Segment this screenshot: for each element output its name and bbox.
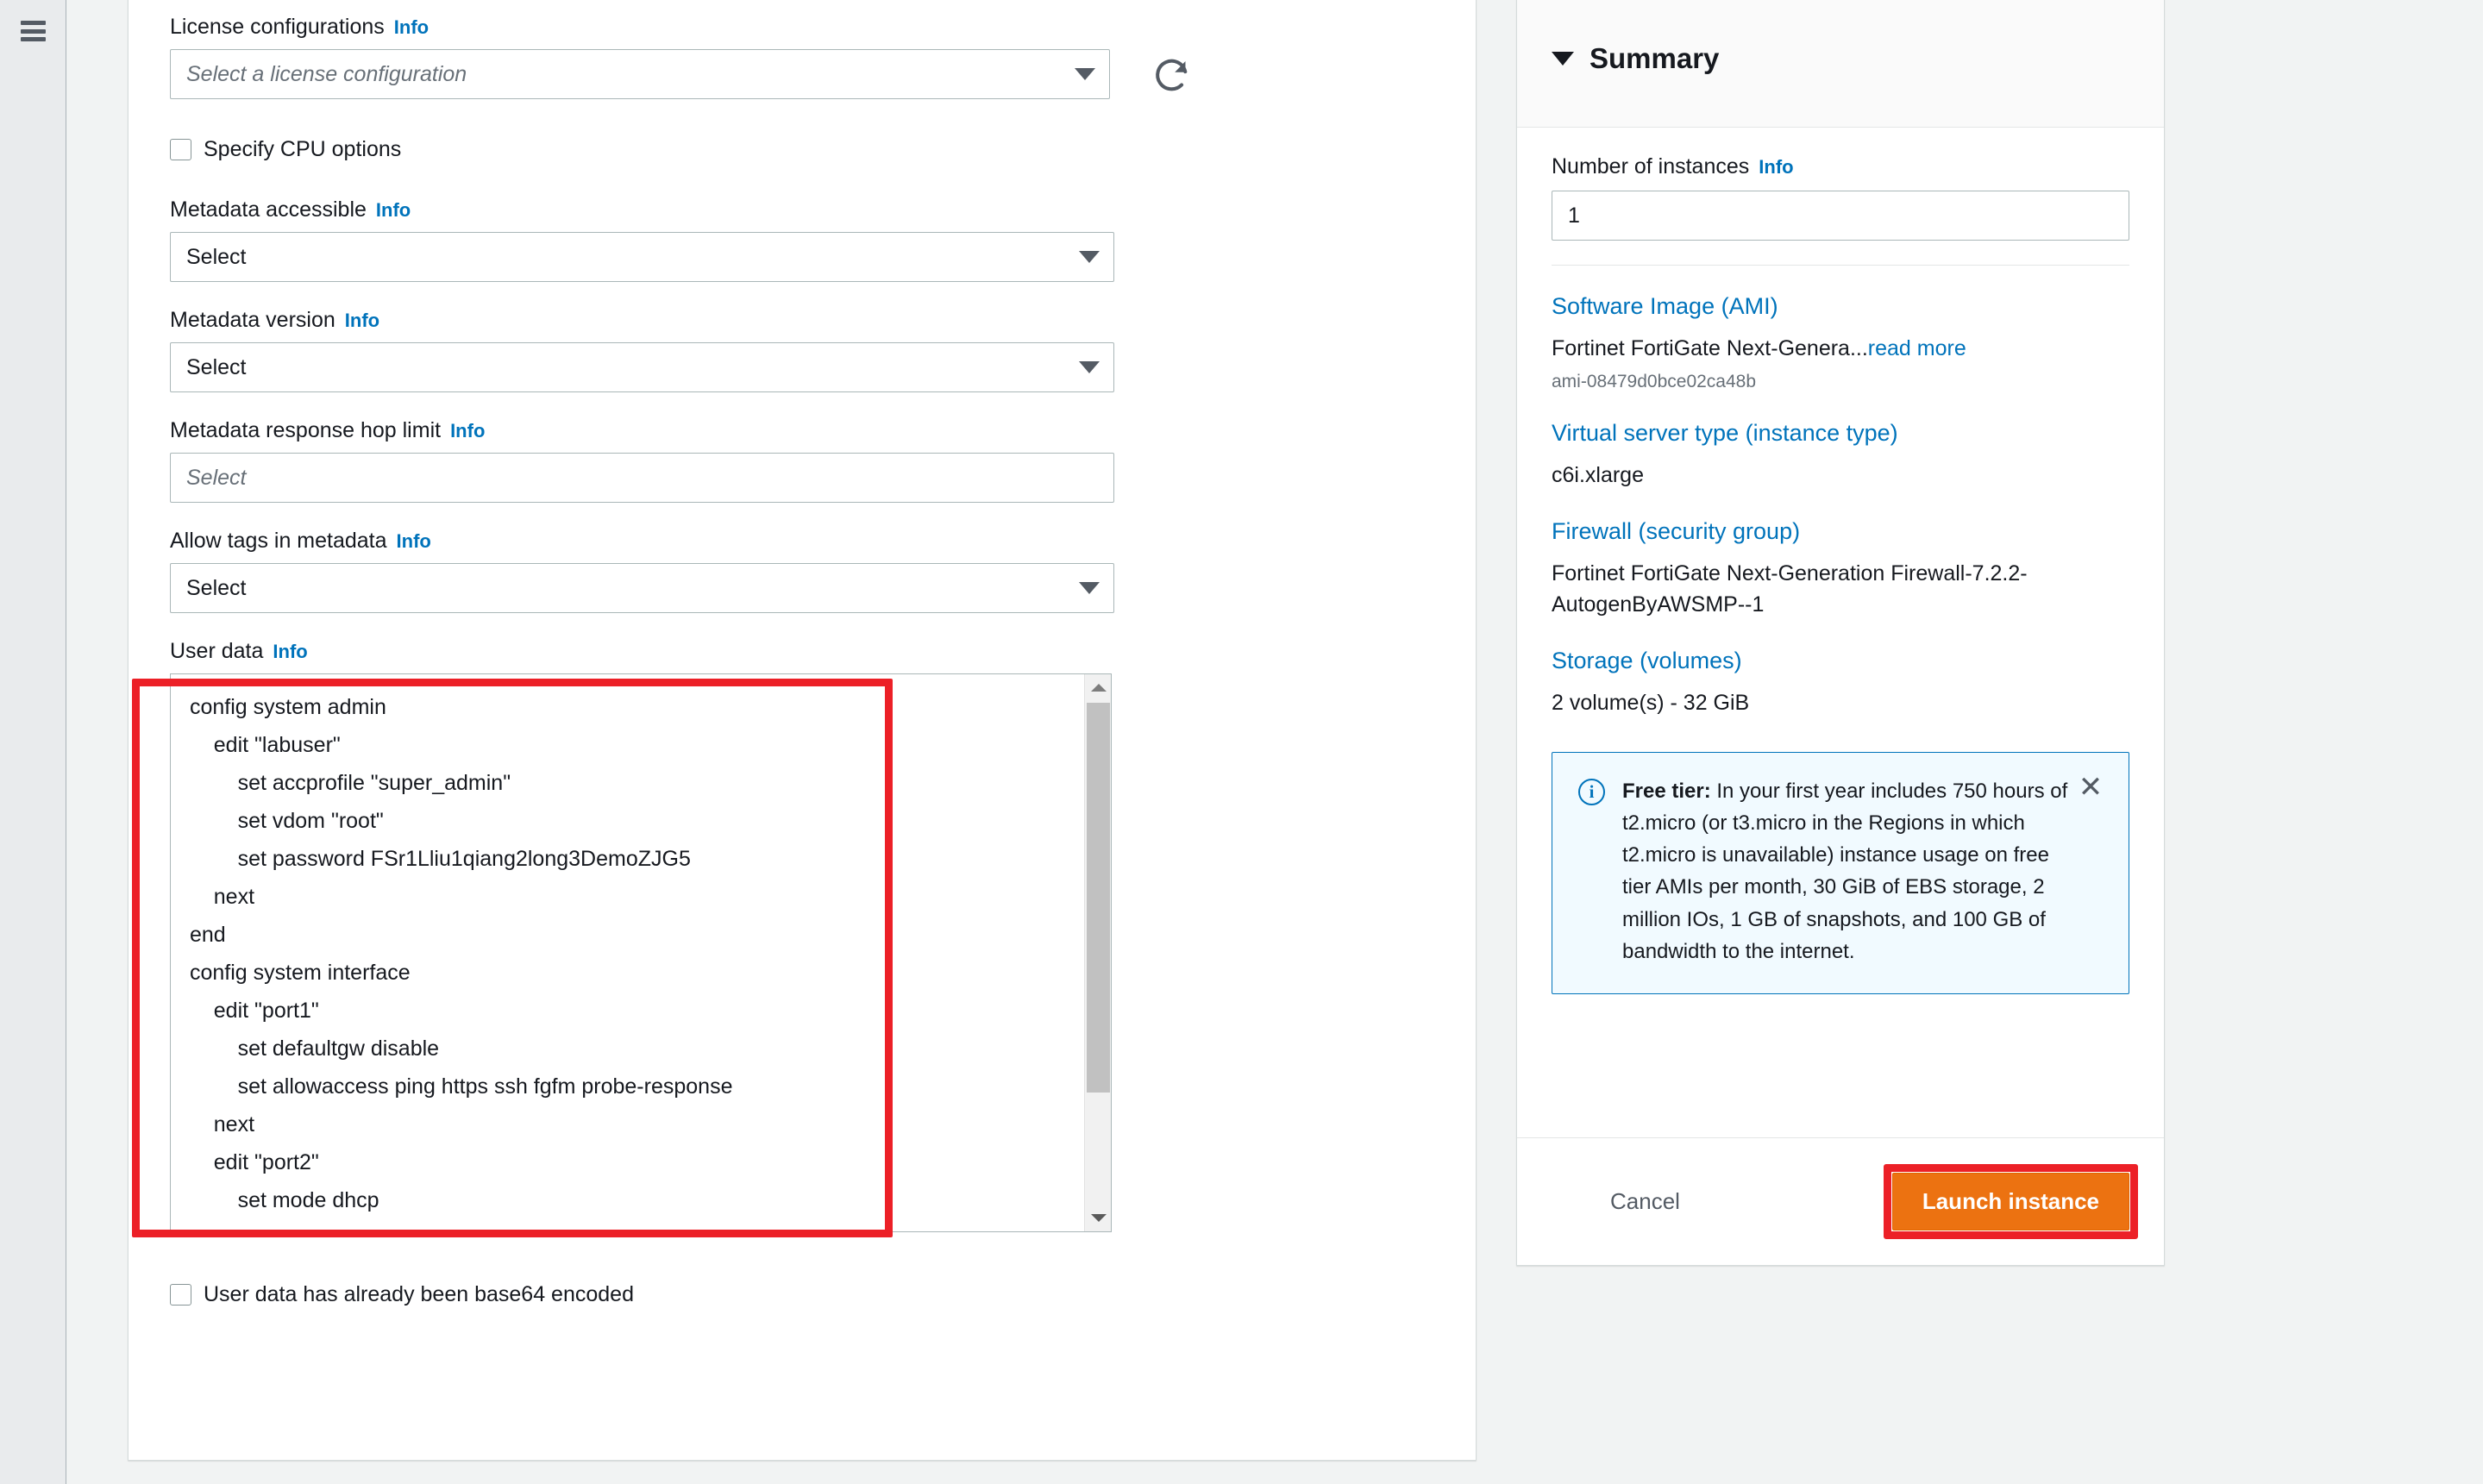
summary-value-security-group: Fortinet FortiGate Next-Generation Firew… [1552, 561, 2028, 617]
specify-cpu-options-row[interactable]: Specify CPU options [170, 137, 1434, 162]
metadata-accessible-label-row: Metadata accessible Info [170, 197, 1434, 222]
chevron-down-icon[interactable] [1552, 51, 1574, 66]
specify-cpu-options-label: Specify CPU options [204, 137, 402, 161]
specify-cpu-options-checkbox[interactable] [170, 139, 191, 160]
base64-encoded-checkbox[interactable] [170, 1284, 191, 1306]
metadata-hop-limit-input[interactable]: Select [170, 453, 1114, 503]
left-nav-rail [0, 0, 66, 1484]
free-tier-alert-title: Free tier: [1622, 779, 1711, 803]
advanced-details-card: License configurations Info Select a lic… [128, 0, 1477, 1461]
license-configurations-label: License configurations [170, 15, 385, 39]
user-data-label: User data [170, 639, 264, 663]
license-configurations-placeholder: Select a license configuration [186, 61, 467, 86]
metadata-accessible-value: Select [186, 244, 247, 269]
metadata-accessible-select[interactable]: Select [170, 232, 1114, 282]
chevron-down-icon [1075, 68, 1095, 80]
hamburger-bar [21, 21, 46, 25]
chevron-down-icon [1079, 361, 1100, 373]
summary-link-security-group[interactable]: Firewall (security group) [1552, 517, 2129, 547]
license-configurations-field: License configurations Info Select a lic… [170, 0, 1434, 99]
number-of-instances-label-row: Number of instances Info [1552, 153, 2129, 179]
allow-tags-in-metadata-label: Allow tags in metadata [170, 529, 387, 553]
summary-value-storage: 2 volume(s) - 32 GiB [1552, 691, 1750, 716]
allow-tags-in-metadata-select[interactable]: Select [170, 563, 1114, 613]
allow-tags-in-metadata-label-row: Allow tags in metadata Info [170, 528, 1434, 554]
info-circle-icon: i [1578, 778, 1605, 805]
chevron-down-icon [1079, 251, 1100, 263]
summary-value-instance-type: c6i.xlarge [1552, 462, 1644, 487]
user-data-textarea[interactable]: config system admin edit "labuser" set a… [170, 673, 1112, 1232]
summary-body: Number of instances Info 1 Software Imag… [1517, 128, 2164, 994]
hamburger-menu-icon[interactable] [21, 21, 46, 41]
user-data-field: User data Info config system admin edit … [132, 638, 1434, 1237]
user-data-info-link[interactable]: Info [273, 641, 307, 663]
summary-header[interactable]: Summary [1517, 0, 2164, 128]
user-data-scrollbar[interactable] [1084, 674, 1111, 1231]
allow-tags-in-metadata-info-link[interactable]: Info [397, 530, 431, 553]
free-tier-alert: i Free tier: In your first year includes… [1552, 751, 2129, 994]
metadata-hop-limit-label: Metadata response hop limit [170, 418, 442, 442]
summary-panel: Summary Number of instances Info 1 Softw… [1516, 0, 2165, 1266]
scrollbar-thumb[interactable] [1087, 703, 1110, 1093]
user-data-label-row: User data Info [170, 638, 1434, 664]
license-configurations-label-row: License configurations Info [170, 14, 1434, 40]
number-of-instances-input[interactable]: 1 [1552, 191, 2129, 241]
summary-ami-id: ami-08479d0bce02ca48b [1552, 371, 1757, 391]
cancel-button[interactable]: Cancel [1589, 1176, 1701, 1227]
license-configurations-info-link[interactable]: Info [394, 16, 429, 39]
number-of-instances-label: Number of instances [1552, 154, 1750, 178]
metadata-accessible-info-link[interactable]: Info [376, 199, 411, 222]
license-configurations-select[interactable]: Select a license configuration [170, 49, 1110, 99]
allow-tags-in-metadata-value: Select [186, 575, 247, 600]
metadata-accessible-field: Metadata accessible Info Select [170, 197, 1434, 282]
chevron-down-icon [1079, 582, 1100, 594]
metadata-version-value: Select [186, 354, 247, 379]
base64-encoded-row[interactable]: User data has already been base64 encode… [170, 1282, 1434, 1307]
allow-tags-in-metadata-field: Allow tags in metadata Info Select [170, 528, 1434, 613]
scroll-up-arrow-icon[interactable] [1085, 674, 1111, 701]
summary-link-software-image[interactable]: Software Image (AMI) [1552, 291, 2129, 322]
refresh-icon[interactable] [1151, 54, 1191, 94]
number-of-instances-info-link[interactable]: Info [1759, 156, 1793, 178]
metadata-hop-limit-placeholder: Select [186, 465, 247, 490]
summary-value-software-image: Fortinet FortiGate Next-Genera...read mo… [1552, 334, 2129, 365]
metadata-hop-limit-info-link[interactable]: Info [450, 420, 485, 442]
launch-instance-button-wrap: Launch instance [1883, 1164, 2138, 1239]
free-tier-alert-text: Free tier: In your first year includes 7… [1622, 775, 2071, 967]
summary-ami-name: Fortinet FortiGate Next-Genera... [1552, 336, 1868, 361]
read-more-link[interactable]: read more [1868, 336, 1966, 360]
hamburger-bar [21, 28, 46, 34]
summary-link-storage[interactable]: Storage (volumes) [1552, 646, 2129, 676]
summary-divider [1552, 265, 2129, 266]
summary-link-instance-type[interactable]: Virtual server type (instance type) [1552, 418, 2129, 448]
summary-title: Summary [1589, 41, 1720, 74]
number-of-instances-value: 1 [1568, 203, 1580, 228]
metadata-version-select[interactable]: Select [170, 342, 1114, 392]
metadata-hop-limit-field: Metadata response hop limit Info Select [170, 417, 1434, 503]
close-icon[interactable]: ✕ [2075, 772, 2106, 803]
metadata-version-field: Metadata version Info Select [170, 307, 1434, 392]
summary-footer: Cancel Launch instance [1517, 1137, 2164, 1265]
metadata-hop-limit-label-row: Metadata response hop limit Info [170, 417, 1434, 443]
launch-instance-button[interactable]: Launch instance [1891, 1173, 2129, 1230]
metadata-version-label-row: Metadata version Info [170, 307, 1434, 333]
metadata-version-info-link[interactable]: Info [345, 310, 379, 332]
free-tier-alert-body: In your first year includes 750 hours of… [1622, 779, 2068, 963]
metadata-version-label: Metadata version [170, 308, 335, 332]
hamburger-bar [21, 37, 46, 41]
user-data-text: config system admin edit "labuser" set a… [190, 695, 733, 1231]
launch-instance-page: License configurations Info Select a lic… [0, 0, 2483, 1484]
scroll-down-arrow-icon[interactable] [1085, 1205, 1111, 1231]
metadata-accessible-label: Metadata accessible [170, 197, 367, 222]
base64-encoded-label: User data has already been base64 encode… [204, 1282, 634, 1306]
